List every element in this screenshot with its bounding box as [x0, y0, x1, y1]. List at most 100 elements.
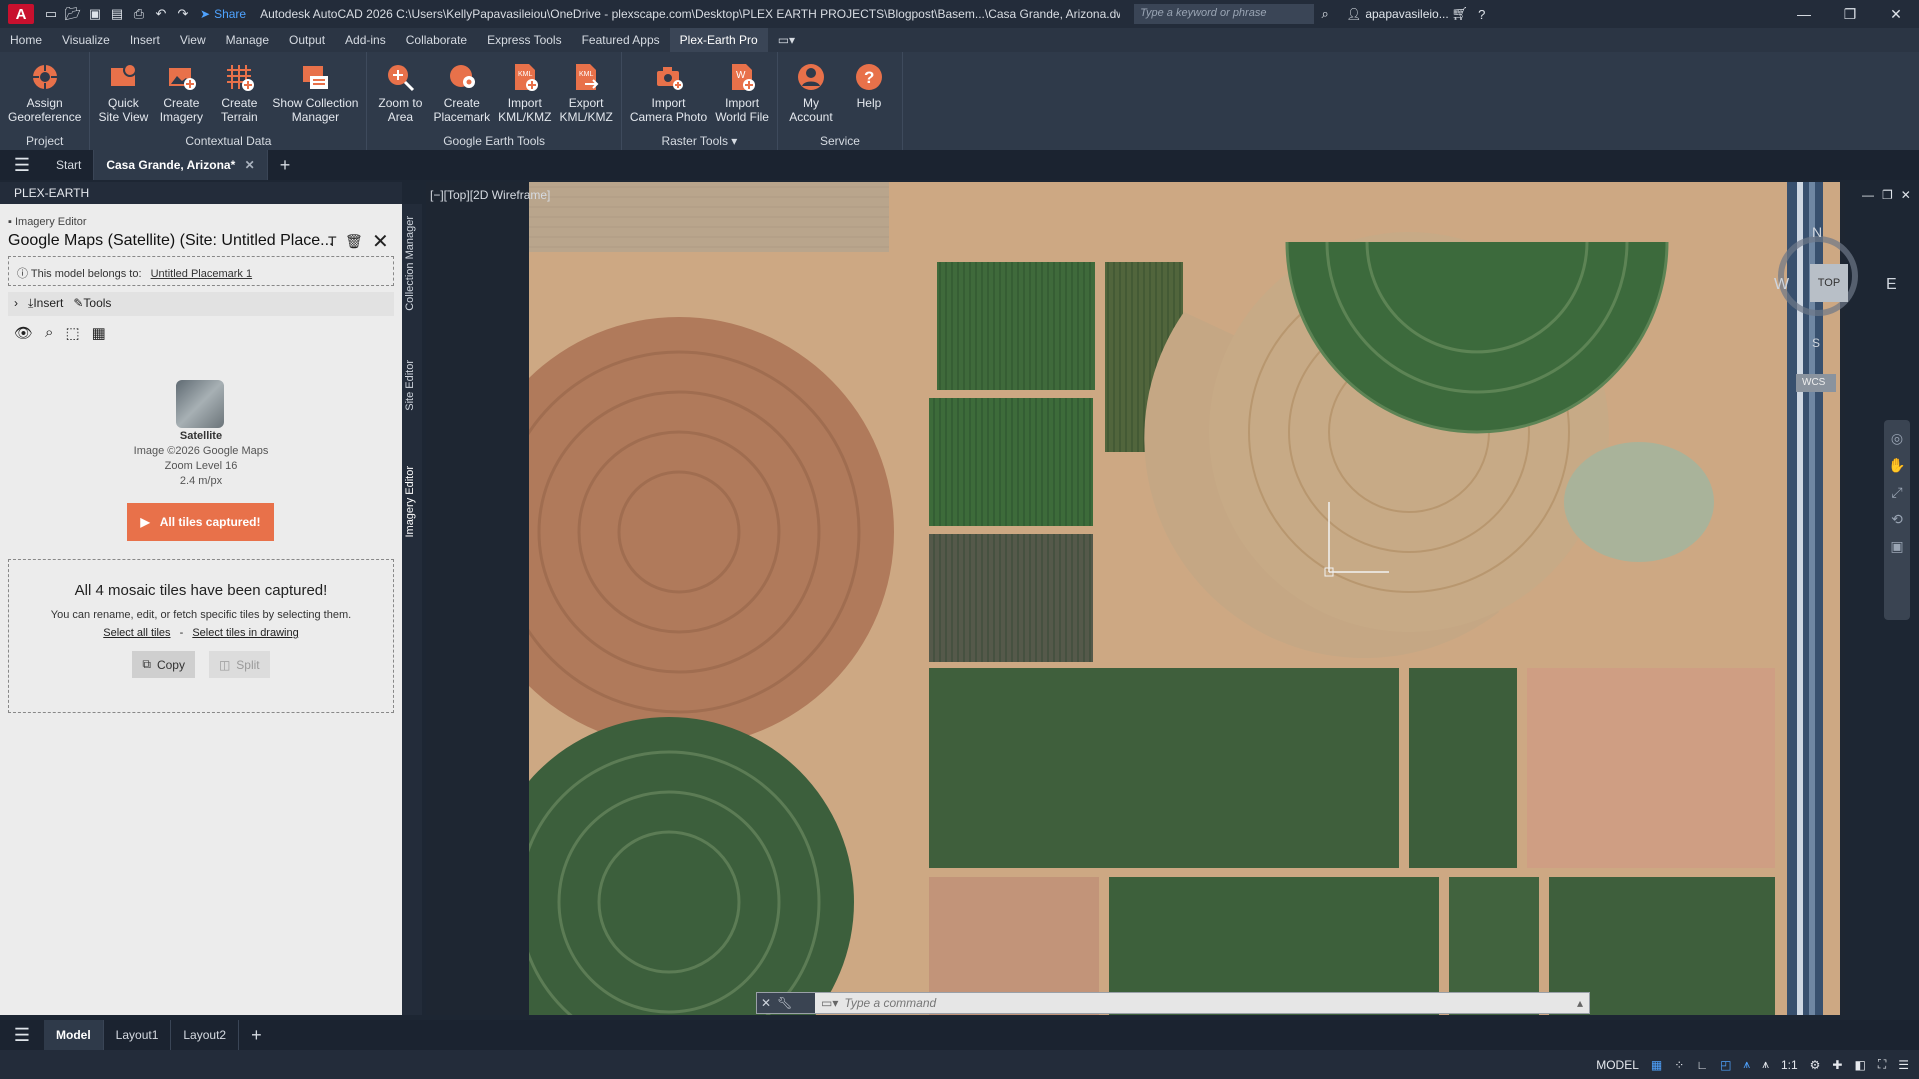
- select-icon[interactable]: ⬚: [65, 324, 79, 342]
- cart-icon[interactable]: 🛒︎: [1449, 4, 1471, 24]
- plot-icon[interactable]: ⎙: [128, 4, 150, 24]
- tab-casa-grande[interactable]: Casa Grande, Arizona* ✕: [94, 150, 268, 180]
- command-input[interactable]: Type a command: [844, 996, 936, 1010]
- tab-insert[interactable]: Insert: [120, 28, 170, 52]
- close-panel-icon[interactable]: ✕: [372, 229, 389, 254]
- eye-icon[interactable]: 👁︎: [14, 324, 33, 342]
- settings-gear-icon[interactable]: ⚙: [1810, 1058, 1821, 1072]
- tab-featured-apps[interactable]: Featured Apps: [572, 28, 670, 52]
- tab-collaborate[interactable]: Collaborate: [396, 28, 477, 52]
- svg-text:KML: KML: [579, 71, 594, 78]
- satellite-imagery[interactable]: [529, 182, 1840, 1015]
- isolate-icon[interactable]: ◧: [1854, 1058, 1865, 1072]
- share-button[interactable]: ➤ Share: [200, 7, 246, 21]
- section-label: ▪ Imagery Editor: [8, 216, 87, 228]
- restore-button[interactable]: ❐: [1827, 6, 1873, 23]
- save-icon[interactable]: ▣: [84, 4, 106, 24]
- close-tab-icon[interactable]: ✕: [245, 158, 255, 172]
- grid-icon[interactable]: ▦: [92, 324, 106, 342]
- showmotion-icon[interactable]: ▣: [1890, 538, 1903, 555]
- tab-start[interactable]: Start: [44, 150, 95, 180]
- redo-icon[interactable]: ↷: [172, 4, 194, 24]
- layout-menu-icon[interactable]: ☰: [0, 1025, 44, 1046]
- tab-imagery-editor[interactable]: Imagery Editor: [404, 466, 416, 538]
- undo-icon[interactable]: ↶: [150, 4, 172, 24]
- command-prompt-icon[interactable]: ▭▾: [821, 996, 838, 1010]
- annotation-scale[interactable]: 1:1: [1781, 1058, 1798, 1072]
- create-imagery-icon: [164, 60, 198, 94]
- crosshair-icon[interactable]: ✚: [1832, 1058, 1842, 1072]
- grid-icon[interactable]: ▦: [1651, 1058, 1662, 1072]
- orbit-icon[interactable]: ⟲: [1891, 511, 1903, 528]
- group-contextual-data: Quick Site View Create Imagery Create Te…: [90, 52, 368, 150]
- tab-layout2[interactable]: Layout2: [171, 1020, 240, 1050]
- command-line[interactable]: ✕ 🔧︎ ▭▾ Type a command ▴: [756, 992, 1590, 1014]
- fullscreen-icon[interactable]: ⛶: [1878, 1057, 1886, 1072]
- expand-icon[interactable]: ›: [14, 296, 18, 312]
- tab-site-editor[interactable]: Site Editor: [404, 360, 416, 411]
- user-account[interactable]: 👤︎ apapavasileio...: [1346, 7, 1449, 21]
- add-layout-icon[interactable]: +: [239, 1020, 274, 1050]
- help-search-input[interactable]: Type a keyword or phrase: [1134, 4, 1315, 24]
- rename-icon[interactable]: T: [328, 233, 337, 249]
- document-tabs: ☰ Start Casa Grande, Arizona* ✕ +: [0, 150, 1919, 180]
- steering-wheel-icon[interactable]: ◎: [1891, 430, 1903, 447]
- zoom-extents-icon[interactable]: ⤢: [1891, 484, 1902, 501]
- raster-tools-dropdown[interactable]: Raster Tools ▾: [622, 134, 777, 148]
- ribbon-toggle-icon[interactable]: ▭▾: [768, 28, 805, 52]
- help-icon[interactable]: ?: [1471, 4, 1493, 24]
- minimize-button[interactable]: —: [1781, 6, 1827, 22]
- tab-plex-earth-pro[interactable]: Plex-Earth Pro: [669, 28, 768, 52]
- tab-home[interactable]: Home: [0, 28, 52, 52]
- tab-view[interactable]: View: [170, 28, 216, 52]
- tab-express-tools[interactable]: Express Tools: [477, 28, 571, 52]
- window-title: Autodesk AutoCAD 2026 C:\Users\KellyPapa…: [260, 7, 1121, 21]
- tools-menu[interactable]: ✎Tools: [73, 296, 111, 312]
- viewport-label[interactable]: [−][Top][2D Wireframe]: [430, 188, 550, 202]
- split-button[interactable]: ◫ Split: [208, 651, 270, 678]
- select-tiles-in-drawing-link[interactable]: Select tiles in drawing: [192, 627, 298, 639]
- imagery-title: Google Maps (Satellite) (Site: Untitled …: [8, 232, 334, 249]
- select-all-tiles-link[interactable]: Select all tiles: [103, 627, 170, 639]
- vp-close-icon[interactable]: ✕: [1901, 188, 1911, 202]
- ortho-icon[interactable]: ∟: [1696, 1058, 1708, 1072]
- pan-icon[interactable]: ✋: [1888, 457, 1905, 474]
- delete-icon[interactable]: 🗑︎: [345, 233, 363, 250]
- copy-button[interactable]: ⧉ Copy: [132, 651, 195, 678]
- search-icon[interactable]: ⌕: [1314, 4, 1336, 24]
- model-space-toggle[interactable]: MODEL: [1596, 1058, 1639, 1072]
- tab-output[interactable]: Output: [279, 28, 335, 52]
- zoom-icon[interactable]: ⌕: [45, 324, 53, 342]
- menu-hamburger-icon[interactable]: ☰: [0, 155, 44, 176]
- autocad-logo[interactable]: A: [8, 4, 34, 24]
- new-icon[interactable]: ▭: [40, 4, 62, 24]
- customize-status-icon[interactable]: ☰: [1898, 1058, 1909, 1072]
- tab-layout1[interactable]: Layout1: [104, 1020, 172, 1050]
- all-tiles-captured-button[interactable]: ▶ All tiles captured!: [127, 503, 274, 541]
- svg-text:?: ?: [864, 68, 874, 87]
- tab-collection-manager[interactable]: Collection Manager: [404, 216, 416, 311]
- tab-manage[interactable]: Manage: [216, 28, 279, 52]
- wcs-menu[interactable]: WCS: [1796, 374, 1836, 392]
- annotation-visibility-icon[interactable]: ⩚: [1762, 1057, 1769, 1072]
- placemark-link[interactable]: Untitled Placemark 1: [151, 268, 253, 280]
- tab-visualize[interactable]: Visualize: [52, 28, 120, 52]
- close-command-icon[interactable]: ✕: [761, 996, 771, 1010]
- tab-model[interactable]: Model: [44, 1020, 104, 1050]
- annotation-icon[interactable]: ⩚: [1743, 1057, 1750, 1072]
- viewcube-top[interactable]: TOP: [1810, 264, 1848, 302]
- polar-icon[interactable]: ◰: [1720, 1058, 1731, 1072]
- close-window-button[interactable]: ✕: [1873, 6, 1919, 23]
- vp-restore-icon[interactable]: ❐: [1882, 188, 1893, 202]
- satellite-thumbnail[interactable]: [176, 380, 224, 428]
- command-history-icon[interactable]: ▴: [1577, 996, 1583, 1010]
- insert-menu[interactable]: ⤓Insert: [28, 296, 63, 312]
- vp-minimize-icon[interactable]: —: [1862, 188, 1874, 202]
- open-icon[interactable]: 📂︎: [62, 4, 84, 24]
- snap-icon[interactable]: ⁘: [1674, 1058, 1684, 1072]
- customize-icon[interactable]: 🔧︎: [777, 996, 792, 1010]
- compass-w: W: [1774, 276, 1790, 293]
- tab-add-ins[interactable]: Add-ins: [335, 28, 396, 52]
- save-as-icon[interactable]: ▤: [106, 4, 128, 24]
- new-tab-icon[interactable]: +: [268, 150, 303, 180]
